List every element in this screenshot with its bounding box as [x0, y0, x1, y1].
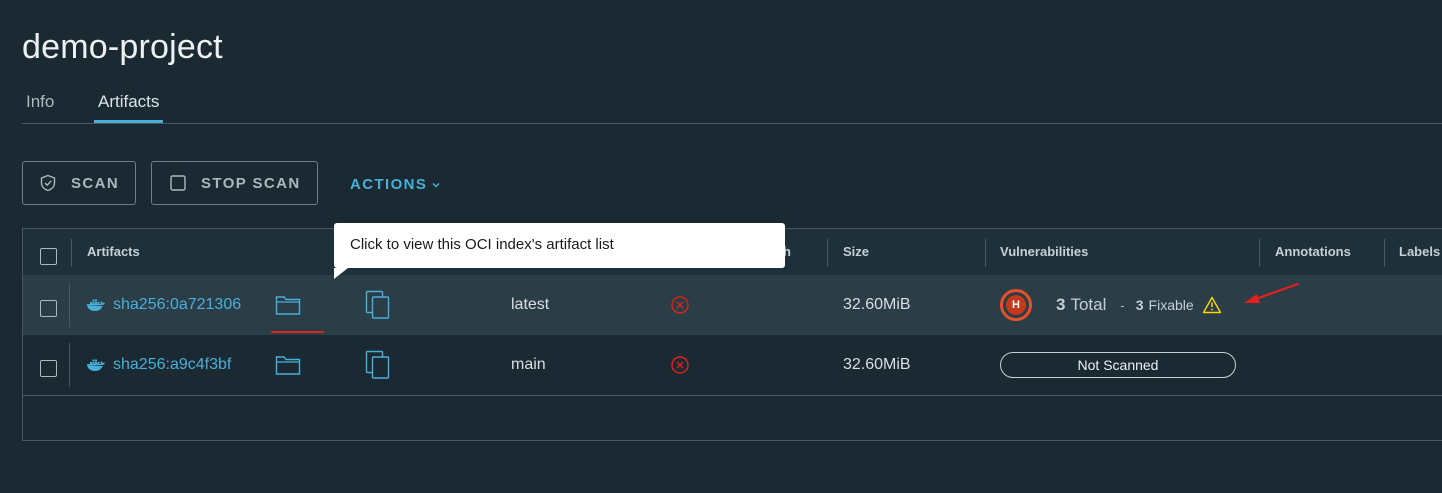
- fixable-count: 3: [1135, 297, 1144, 313]
- folder-icon[interactable]: [275, 335, 301, 395]
- checkbox-icon: [169, 174, 187, 192]
- stop-scan-label: STOP SCAN: [201, 174, 301, 192]
- size-cell: 32.60MiB: [843, 296, 911, 313]
- scan-label: SCAN: [71, 174, 120, 192]
- fixable-label: Fixable: [1148, 297, 1194, 313]
- folder-icon[interactable]: [275, 275, 301, 335]
- chevron-down-icon: [431, 180, 441, 190]
- total-count: 3: [1056, 295, 1066, 314]
- red-underline-annotation: [271, 331, 324, 333]
- stop-scan-button[interactable]: STOP SCAN: [151, 161, 318, 205]
- tag-cell: latest: [511, 296, 550, 313]
- error-circle-icon: [670, 335, 690, 395]
- warning-triangle-icon: [1202, 296, 1222, 314]
- docker-whale-icon: [86, 358, 106, 372]
- shield-check-icon: [39, 174, 57, 192]
- vulnerability-status: Not Scanned: [1000, 335, 1236, 395]
- error-circle-icon: [670, 275, 690, 335]
- select-all-checkbox[interactable]: [40, 248, 57, 265]
- tab-bar: Info Artifacts: [22, 86, 1442, 124]
- page-title: demo-project: [22, 28, 223, 66]
- column-header-vulnerabilities[interactable]: Vulnerabilities: [1000, 229, 1088, 275]
- row-checkbox[interactable]: [40, 300, 57, 317]
- artifact-digest-link[interactable]: sha256:0a721306: [113, 296, 241, 314]
- total-label: Total: [1070, 295, 1107, 314]
- column-header-labels[interactable]: Labels: [1399, 229, 1440, 275]
- page: demo-project Info Artifacts SCAN STOP SC…: [0, 0, 1442, 493]
- artifact-digest-cell: sha256:a9c4f3bf: [86, 335, 231, 395]
- row-separator: [69, 343, 70, 387]
- row-checkbox[interactable]: [40, 360, 57, 377]
- red-arrow-annotation: [1244, 282, 1300, 303]
- vuln-separator: -: [1120, 297, 1125, 313]
- column-separator: [1259, 239, 1260, 267]
- severity-high-label: H: [1006, 295, 1026, 315]
- artifact-digest-link[interactable]: sha256:a9c4f3bf: [113, 356, 231, 374]
- copy-icon[interactable]: [365, 275, 391, 335]
- tab-info[interactable]: Info: [26, 86, 54, 122]
- tab-artifacts[interactable]: Artifacts: [94, 86, 164, 123]
- column-separator: [985, 239, 986, 267]
- tooltip: Click to view this OCI index's artifact …: [334, 223, 785, 279]
- column-separator: [827, 239, 828, 267]
- scan-button[interactable]: SCAN: [22, 161, 136, 205]
- vulnerability-summary[interactable]: H 3 Total - 3 Fixable: [1000, 275, 1222, 335]
- column-header-annotations[interactable]: Annotations: [1275, 229, 1351, 275]
- row-separator: [69, 283, 70, 327]
- table-row[interactable]: sha256:0a721306 latest 32.60MiB H 3 Tota…: [23, 275, 1442, 336]
- column-header-artifacts[interactable]: Artifacts: [87, 229, 140, 275]
- column-separator: [1384, 239, 1385, 267]
- artifact-digest-cell: sha256:0a721306: [86, 275, 241, 335]
- not-scanned-badge: Not Scanned: [1000, 352, 1236, 378]
- actions-label: ACTIONS: [350, 176, 428, 193]
- tag-cell: main: [511, 356, 546, 373]
- column-header-size[interactable]: Size: [843, 229, 869, 275]
- actions-dropdown[interactable]: ACTIONS: [350, 176, 441, 193]
- column-separator: [71, 239, 72, 267]
- table-row[interactable]: sha256:a9c4f3bf main 32.60MiB Not Scanne…: [23, 335, 1442, 396]
- size-cell: 32.60MiB: [843, 356, 911, 373]
- docker-whale-icon: [86, 298, 106, 312]
- copy-icon[interactable]: [365, 335, 391, 395]
- severity-badge: H: [1000, 289, 1032, 321]
